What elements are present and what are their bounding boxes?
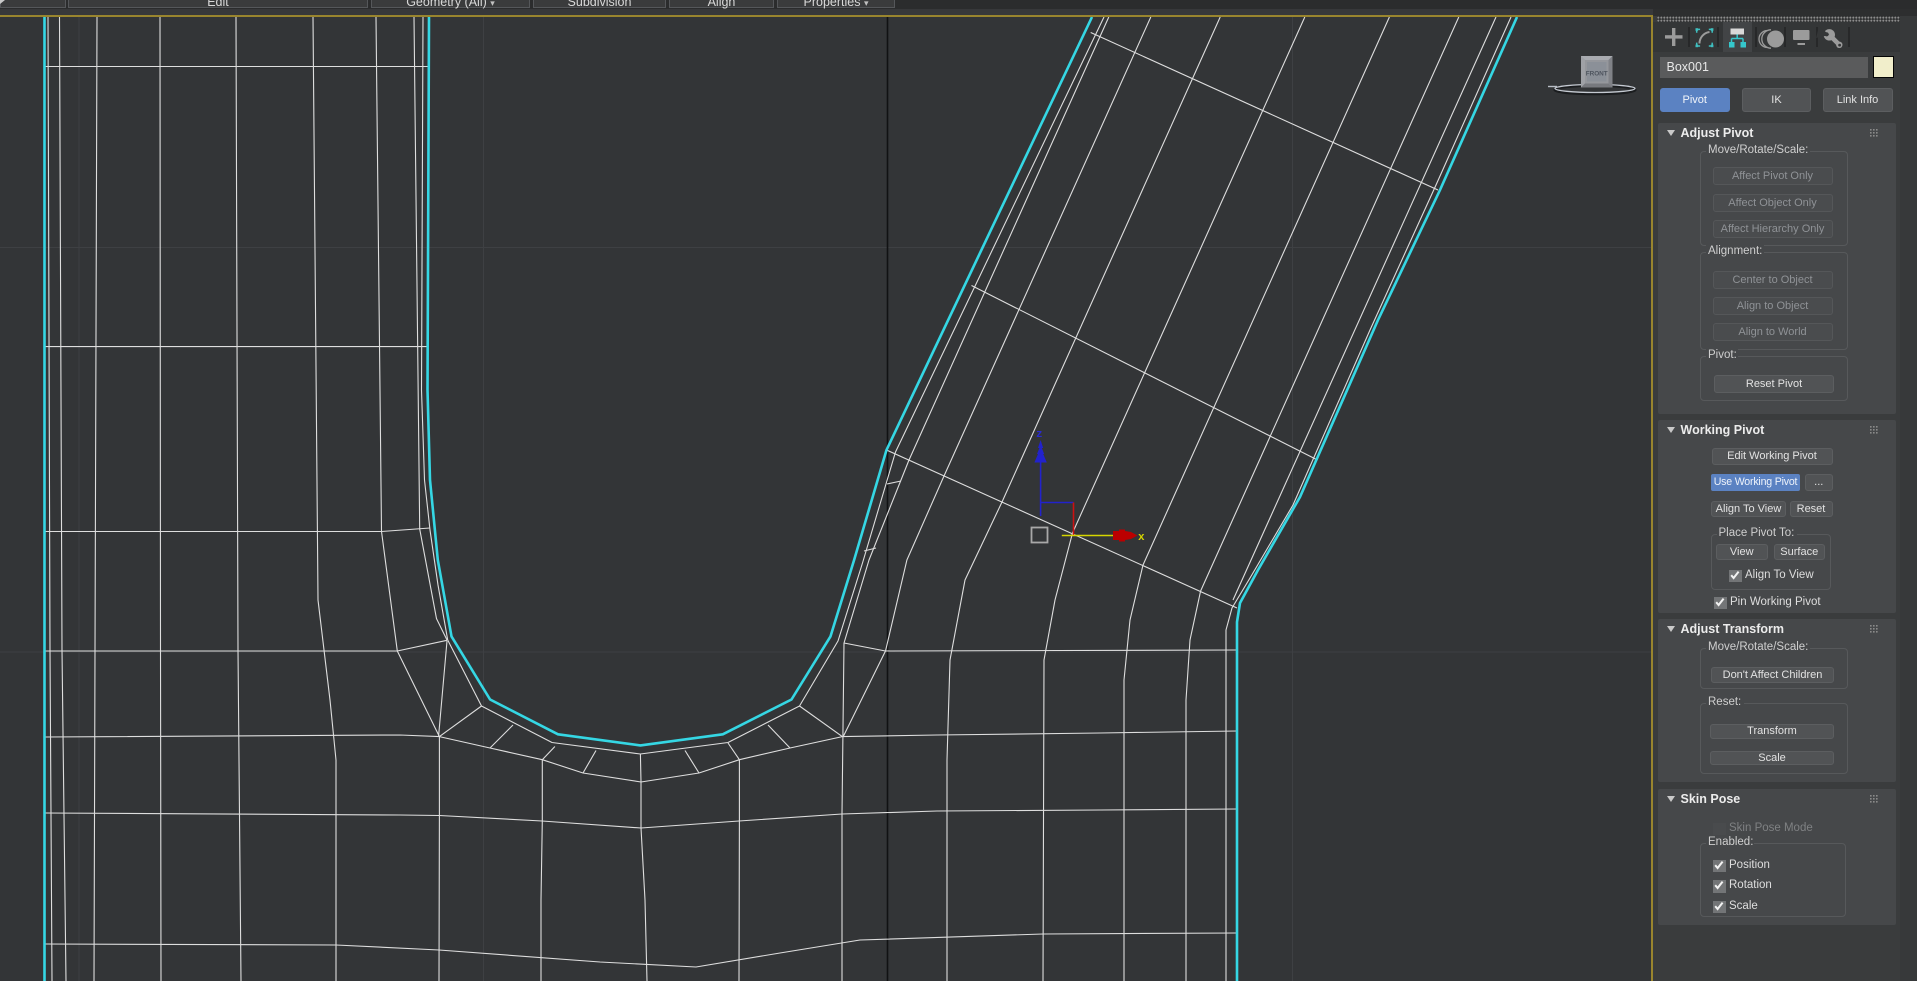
svg-text:FRONT: FRONT (1586, 71, 1608, 78)
svg-text:x: x (1138, 532, 1145, 544)
svg-text:z: z (1036, 429, 1043, 441)
